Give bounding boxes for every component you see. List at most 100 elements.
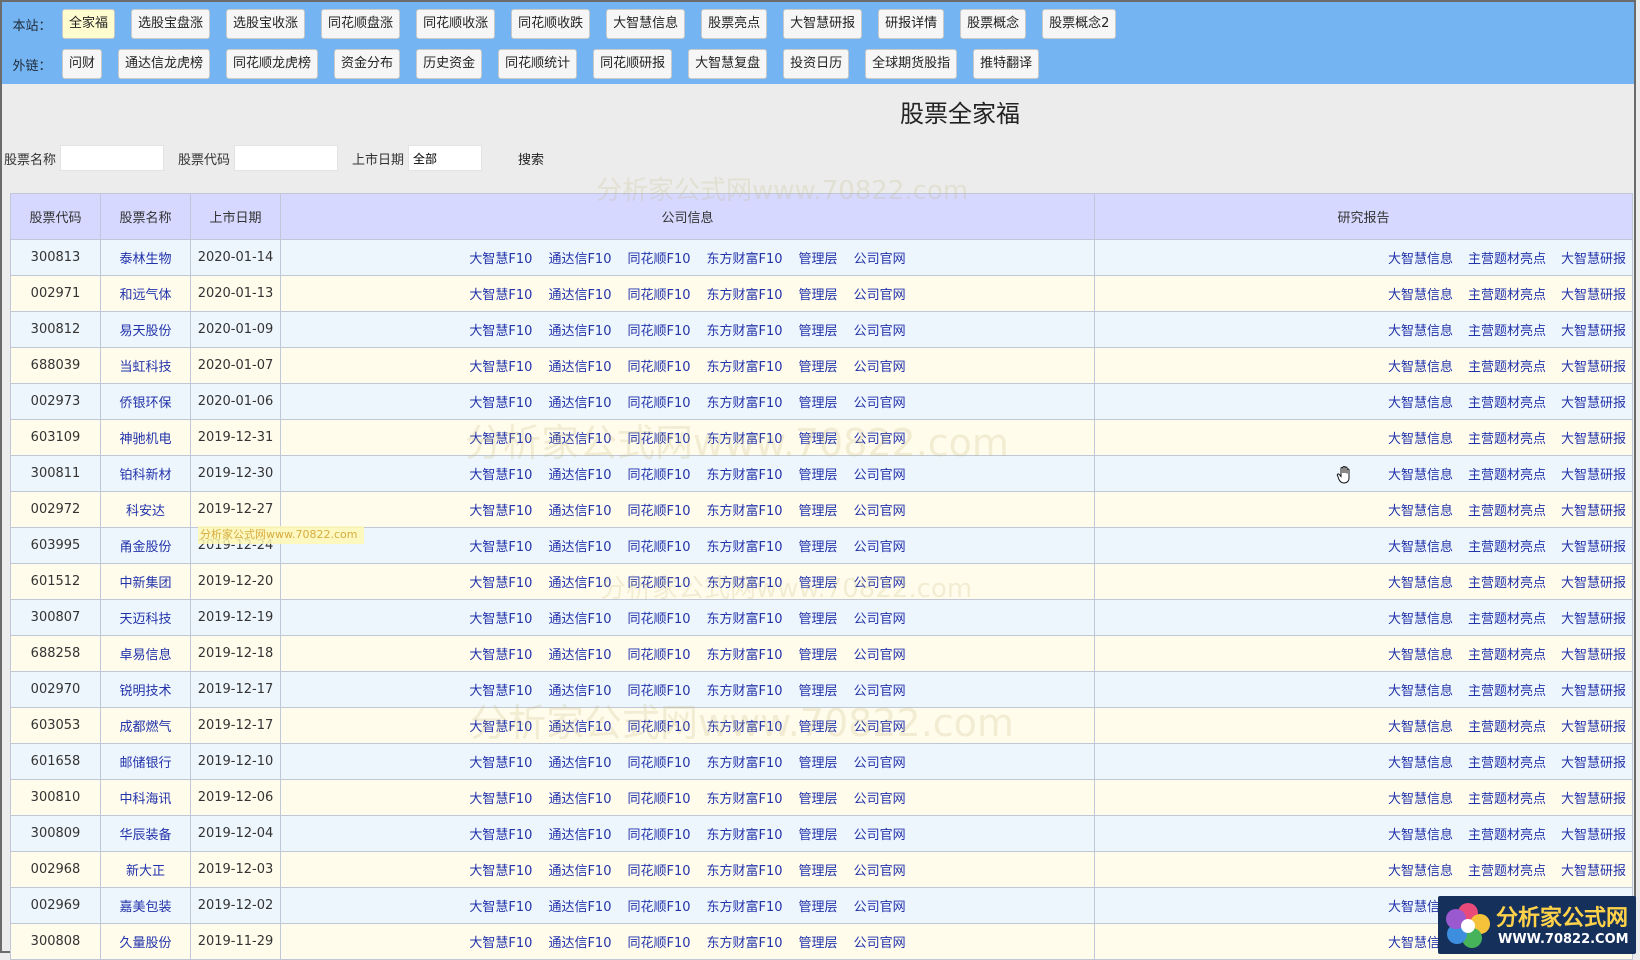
company-info-link[interactable]: 东方财富F10	[707, 576, 783, 591]
research-report-link[interactable]: 主营题材亮点	[1468, 576, 1546, 591]
company-info-link[interactable]: 管理层	[799, 432, 838, 447]
company-info-link[interactable]: 大智慧F10	[469, 432, 532, 447]
research-report-link[interactable]: 主营题材亮点	[1468, 252, 1546, 267]
external-nav-button[interactable]: 资金分布	[334, 49, 401, 79]
research-report-link[interactable]: 大智慧研报	[1561, 504, 1626, 519]
company-info-link[interactable]: 东方财富F10	[707, 900, 783, 915]
company-info-link[interactable]: 同花顺F10	[627, 576, 690, 591]
company-info-link[interactable]: 公司官网	[854, 792, 906, 807]
company-info-link[interactable]: 管理层	[799, 648, 838, 663]
company-info-link[interactable]: 管理层	[799, 504, 838, 519]
company-info-link[interactable]: 大智慧F10	[469, 936, 532, 951]
stock-name-link[interactable]: 当虹科技	[119, 360, 171, 375]
research-report-link[interactable]: 大智慧信息	[1388, 432, 1453, 447]
site-nav-button[interactable]: 股票概念2	[1042, 9, 1117, 39]
stock-code-input[interactable]	[234, 145, 339, 171]
company-info-link[interactable]: 同花顺F10	[627, 720, 690, 735]
company-info-link[interactable]: 管理层	[799, 792, 838, 807]
research-report-link[interactable]: 大智慧信息	[1388, 540, 1453, 555]
company-info-link[interactable]: 管理层	[799, 468, 838, 483]
company-info-link[interactable]: 东方财富F10	[707, 504, 783, 519]
company-info-link[interactable]: 大智慧F10	[469, 540, 532, 555]
company-info-link[interactable]: 公司官网	[854, 432, 906, 447]
company-info-link[interactable]: 同花顺F10	[627, 396, 690, 411]
research-report-link[interactable]: 主营题材亮点	[1468, 288, 1546, 303]
stock-name-link[interactable]: 华辰装备	[119, 828, 171, 843]
stock-name-link[interactable]: 成都燃气	[119, 720, 171, 735]
research-report-link[interactable]: 主营题材亮点	[1468, 684, 1546, 699]
company-info-link[interactable]: 同花顺F10	[627, 288, 690, 303]
research-report-link[interactable]: 主营题材亮点	[1468, 612, 1546, 627]
stock-name-link[interactable]: 新大正	[126, 864, 165, 879]
company-info-link[interactable]: 同花顺F10	[627, 792, 690, 807]
external-nav-button[interactable]: 通达信龙虎榜	[118, 49, 211, 79]
company-info-link[interactable]: 同花顺F10	[627, 756, 690, 771]
stock-name-link[interactable]: 科安达	[126, 504, 165, 519]
company-info-link[interactable]: 公司官网	[854, 828, 906, 843]
company-info-link[interactable]: 大智慧F10	[469, 720, 532, 735]
company-info-link[interactable]: 东方财富F10	[707, 828, 783, 843]
company-info-link[interactable]: 东方财富F10	[707, 252, 783, 267]
research-report-link[interactable]: 大智慧研报	[1561, 540, 1626, 555]
site-nav-button[interactable]: 大智慧研报	[783, 9, 863, 39]
company-info-link[interactable]: 东方财富F10	[707, 324, 783, 339]
company-info-link[interactable]: 公司官网	[854, 540, 906, 555]
company-info-link[interactable]: 东方财富F10	[707, 468, 783, 483]
company-info-link[interactable]: 管理层	[799, 612, 838, 627]
company-info-link[interactable]: 公司官网	[854, 684, 906, 699]
company-info-link[interactable]: 管理层	[799, 288, 838, 303]
company-info-link[interactable]: 东方财富F10	[707, 612, 783, 627]
company-info-link[interactable]: 大智慧F10	[469, 792, 532, 807]
company-info-link[interactable]: 同花顺F10	[627, 828, 690, 843]
company-info-link[interactable]: 公司官网	[854, 252, 906, 267]
research-report-link[interactable]: 大智慧研报	[1561, 432, 1626, 447]
stock-name-link[interactable]: 中科海讯	[119, 792, 171, 807]
research-report-link[interactable]: 大智慧信息	[1388, 504, 1453, 519]
site-nav-button[interactable]: 全家福	[62, 9, 116, 39]
company-info-link[interactable]: 同花顺F10	[627, 612, 690, 627]
research-report-link[interactable]: 大智慧信息	[1388, 612, 1453, 627]
stock-name-link[interactable]: 神驰机电	[119, 432, 171, 447]
stock-name-link[interactable]: 天迈科技	[119, 612, 171, 627]
company-info-link[interactable]: 管理层	[799, 252, 838, 267]
company-info-link[interactable]: 公司官网	[854, 864, 906, 879]
company-info-link[interactable]: 管理层	[799, 828, 838, 843]
research-report-link[interactable]: 大智慧研报	[1561, 612, 1626, 627]
stock-name-link[interactable]: 侨银环保	[119, 396, 171, 411]
stock-name-link[interactable]: 嘉美包装	[119, 900, 171, 915]
company-info-link[interactable]: 通达信F10	[548, 936, 611, 951]
company-info-link[interactable]: 公司官网	[854, 360, 906, 375]
company-info-link[interactable]: 东方财富F10	[707, 540, 783, 555]
company-info-link[interactable]: 大智慧F10	[469, 288, 532, 303]
research-report-link[interactable]: 大智慧研报	[1561, 468, 1626, 483]
company-info-link[interactable]: 管理层	[799, 396, 838, 411]
research-report-link[interactable]: 大智慧信息	[1388, 576, 1453, 591]
research-report-link[interactable]: 大智慧研报	[1561, 648, 1626, 663]
company-info-link[interactable]: 大智慧F10	[469, 756, 532, 771]
company-info-link[interactable]: 通达信F10	[548, 684, 611, 699]
external-nav-button[interactable]: 历史资金	[416, 49, 483, 79]
company-info-link[interactable]: 通达信F10	[548, 576, 611, 591]
company-info-link[interactable]: 通达信F10	[548, 612, 611, 627]
research-report-link[interactable]: 大智慧信息	[1388, 792, 1453, 807]
company-info-link[interactable]: 管理层	[799, 360, 838, 375]
company-info-link[interactable]: 通达信F10	[548, 396, 611, 411]
company-info-link[interactable]: 管理层	[799, 324, 838, 339]
company-info-link[interactable]: 大智慧F10	[469, 864, 532, 879]
stock-name-link[interactable]: 久量股份	[119, 936, 171, 951]
company-info-link[interactable]: 东方财富F10	[707, 648, 783, 663]
research-report-link[interactable]: 大智慧研报	[1561, 288, 1626, 303]
company-info-link[interactable]: 公司官网	[854, 900, 906, 915]
research-report-link[interactable]: 大智慧研报	[1561, 396, 1626, 411]
company-info-link[interactable]: 大智慧F10	[469, 576, 532, 591]
company-info-link[interactable]: 通达信F10	[548, 900, 611, 915]
research-report-link[interactable]: 主营题材亮点	[1468, 648, 1546, 663]
site-nav-button[interactable]: 选股宝盘涨	[131, 9, 211, 39]
company-info-link[interactable]: 通达信F10	[548, 360, 611, 375]
research-report-link[interactable]: 主营题材亮点	[1468, 468, 1546, 483]
company-info-link[interactable]: 同花顺F10	[627, 540, 690, 555]
external-nav-button[interactable]: 同花顺研报	[593, 49, 673, 79]
research-report-link[interactable]: 大智慧信息	[1388, 288, 1453, 303]
site-nav-button[interactable]: 股票概念	[960, 9, 1027, 39]
company-info-link[interactable]: 同花顺F10	[627, 252, 690, 267]
